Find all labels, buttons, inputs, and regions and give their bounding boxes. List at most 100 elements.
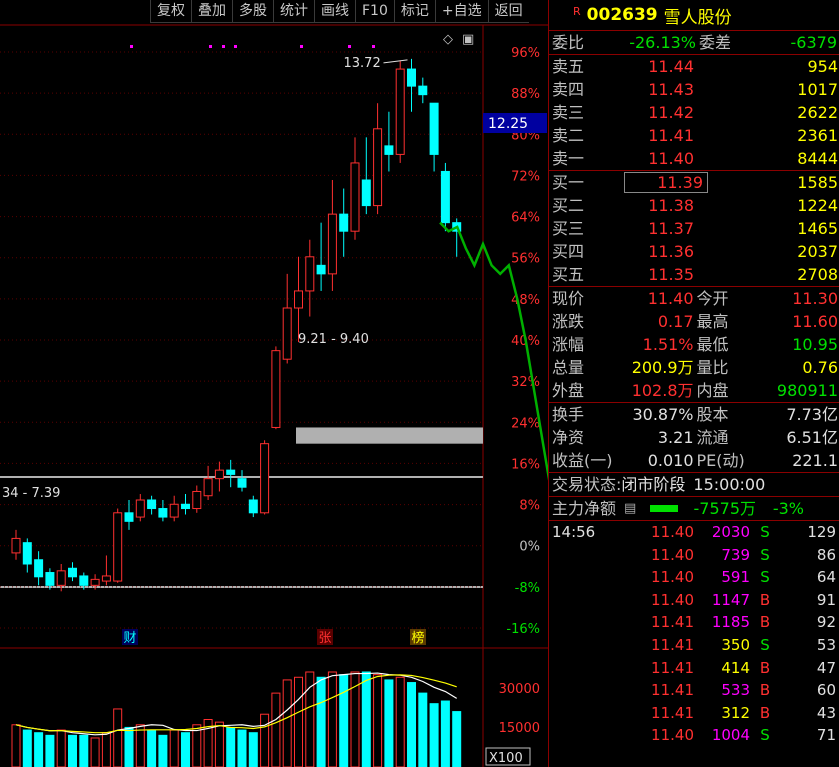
tick-price: 11.40 (651, 523, 694, 541)
marker-cai[interactable]: 财 (123, 631, 136, 646)
toolbar-button[interactable]: 叠加 (191, 0, 232, 23)
tick-row[interactable]: 11.41 414 B 47 (549, 657, 839, 680)
level-price: 11.42 (648, 103, 694, 122)
main-flow-value: -7575万 (693, 499, 757, 518)
tick-side: B (759, 590, 771, 609)
volume-bar (361, 671, 371, 767)
ask-row[interactable]: 卖五 11.44 954 (549, 55, 839, 78)
event-dot (300, 45, 303, 48)
stock-name[interactable]: 雪人股份 (664, 3, 732, 28)
stat-row: 收益(一) 0.010 PE(动) 221.1 (549, 449, 839, 472)
volume-bar (429, 703, 439, 767)
volume-bar (79, 734, 89, 767)
volume-bar (316, 676, 326, 767)
flow-bar (650, 505, 678, 512)
volume-bars: 30000 15000 X100 (11, 671, 540, 767)
high-annotation: 13.72 (344, 56, 381, 71)
pct-tick-label: 88% (511, 87, 540, 102)
tick-list[interactable]: 14:56 11.40 2030 S 129 11.40 739 S 86 11.40 591 S 64… (549, 521, 839, 747)
level-label: 卖五 (552, 57, 585, 76)
level-price: 11.39 (624, 171, 708, 194)
candle (395, 60, 405, 163)
tick-row[interactable]: 11.41 350 S 53 (549, 634, 839, 657)
bid-row[interactable]: 买四 11.36 2037 (549, 240, 839, 263)
candle (282, 273, 292, 364)
ask-row[interactable]: 卖三 11.42 2622 (549, 101, 839, 124)
vol-tick-label: 15000 (499, 721, 540, 736)
toolbar-button[interactable]: 返回 (487, 0, 529, 23)
tick-time (549, 657, 614, 680)
kline-chart[interactable]: 96%88%80%72%64%56%48%40%32%24%16%8%0%-8%… (0, 0, 548, 767)
volume-bar (113, 708, 123, 767)
toolbar-button[interactable]: +自选 (434, 0, 488, 23)
tick-time (549, 611, 614, 634)
level-label: 买四 (552, 242, 585, 261)
tick-time (549, 679, 614, 702)
tick-volume: 739 (721, 545, 750, 564)
marker-zhang[interactable]: 张 (318, 631, 331, 646)
candle (248, 495, 258, 518)
tick-row[interactable]: 11.40 1147 B 91 (549, 589, 839, 612)
toolbar-button[interactable]: F10 (355, 0, 394, 23)
stat-row: 换手 30.87% 股本 7.73亿 (549, 403, 839, 426)
level-volume: 2622 (797, 103, 838, 122)
bid-row[interactable]: 买五 11.35 2708 (549, 263, 839, 286)
tick-row[interactable]: 14:56 11.40 2030 S 129 (549, 521, 839, 544)
ask-row[interactable]: 卖一 11.40 8444 (549, 147, 839, 170)
volume-bar (135, 724, 145, 767)
tick-volume: 591 (721, 568, 750, 587)
list-icon[interactable]: ▤ (624, 497, 640, 520)
vol-tick-label: 30000 (499, 682, 540, 697)
candle (384, 111, 394, 172)
tick-price: 11.40 (651, 590, 694, 609)
window-icon[interactable]: ▣ (462, 32, 474, 47)
level-volume: 8444 (797, 149, 838, 168)
toolbar-button[interactable]: 复权 (150, 0, 191, 23)
tick-time (549, 589, 614, 612)
bid-row[interactable]: 买二 11.38 1224 (549, 194, 839, 217)
pct-tick-label: 8% (519, 499, 540, 514)
marker-bang[interactable]: 榜 (411, 630, 424, 646)
tick-row[interactable]: 11.41 1185 B 92 (549, 611, 839, 634)
volume-bar (282, 679, 292, 767)
ask-row[interactable]: 卖二 11.41 2361 (549, 124, 839, 147)
tick-row[interactable]: 11.41 312 B 43 (549, 702, 839, 725)
toolbar-button[interactable]: 画线 (314, 0, 355, 23)
ask-row[interactable]: 卖四 11.43 1017 (549, 78, 839, 101)
weibi-value: -26.13% (629, 33, 696, 52)
toolbar-button[interactable]: 统计 (273, 0, 314, 23)
tick-row[interactable]: 11.40 1004 S 71 (549, 724, 839, 747)
bid-row[interactable]: 买一 11.39 1585 (549, 171, 839, 194)
toolbar-button[interactable]: 多股 (232, 0, 273, 23)
quote-stats: 现价 11.40 今开 11.30 涨跌 0.17 最高 11.60 涨幅 1.51% 最低 10.9… (549, 287, 839, 403)
tick-price: 11.41 (651, 681, 694, 700)
tick-row[interactable]: 11.40 739 S 86 (549, 544, 839, 567)
level-label: 买三 (552, 219, 585, 238)
pct-tick-label: 32% (511, 375, 540, 390)
main-flow-pct: -3% (772, 499, 804, 518)
bid-row[interactable]: 买三 11.37 1465 (549, 217, 839, 240)
tick-row[interactable]: 11.41 533 B 60 (549, 679, 839, 702)
diamond-icon[interactable]: ◇ (443, 32, 453, 47)
chart-toolbar: 复权 叠加 多股 统计 画线 F10 标记 +自选 返回 (150, 0, 529, 24)
stock-code[interactable]: 002639 (587, 5, 658, 25)
candle (11, 529, 21, 560)
stat-value: 7.73亿 (786, 405, 838, 424)
price-tag: 12.25 (488, 116, 528, 132)
tick-row[interactable]: 11.40 591 S 64 (549, 566, 839, 589)
level-label: 卖四 (552, 80, 585, 99)
ask-book: 卖五 11.44 954 卖四 11.43 1017 卖三 11.42 2622 卖二 11.41 2… (549, 55, 839, 171)
level-volume: 1465 (797, 219, 838, 238)
quote-panel: R 002639 雪人股份 委比 -26.13% 委差 -6379 卖五 11.4… (548, 0, 839, 767)
volume-bar (34, 732, 44, 767)
candle (429, 102, 439, 172)
bid-book: 买一 11.39 1585 买二 11.38 1224 买三 11.37 1465 买四 11.36… (549, 171, 839, 287)
toolbar-button[interactable]: 标记 (393, 0, 435, 23)
stat-label: 内盘 (696, 381, 729, 400)
